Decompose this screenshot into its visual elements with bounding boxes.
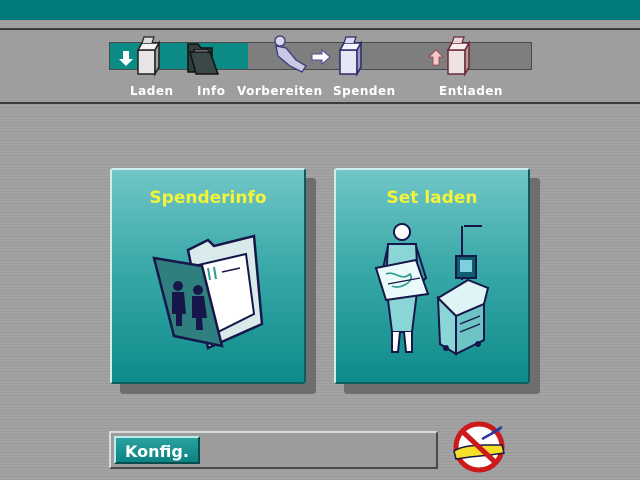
spenderinfo-title: Spenderinfo	[149, 188, 267, 208]
donor-reclined-icon	[274, 35, 331, 73]
donation-machine-icon	[338, 36, 363, 77]
step-label-entladen: Entladen	[439, 84, 503, 98]
unload-machine-icon	[428, 36, 471, 77]
no-arm-icon	[453, 421, 505, 473]
config-button[interactable]: Konfig.	[114, 436, 200, 464]
progress-strip: Laden Info Vorbereiten Spenden Entladen	[0, 28, 640, 104]
donor-info-folder-icon	[152, 234, 264, 350]
step-label-info: Info	[197, 84, 226, 98]
step-label-laden: Laden	[130, 84, 174, 98]
set-laden-title: Set laden	[386, 188, 478, 208]
set-laden-button[interactable]: Set laden	[334, 168, 530, 384]
step-label-spenden: Spenden	[333, 84, 396, 98]
load-set-icon	[374, 223, 490, 356]
folder-icon	[187, 43, 220, 75]
spenderinfo-button[interactable]: Spenderinfo	[110, 168, 306, 384]
config-bar: Konfig.	[109, 431, 438, 469]
title-bar	[0, 0, 640, 20]
step-label-vorbereiten: Vorbereiten	[237, 84, 323, 98]
download-machine-icon	[119, 36, 161, 77]
